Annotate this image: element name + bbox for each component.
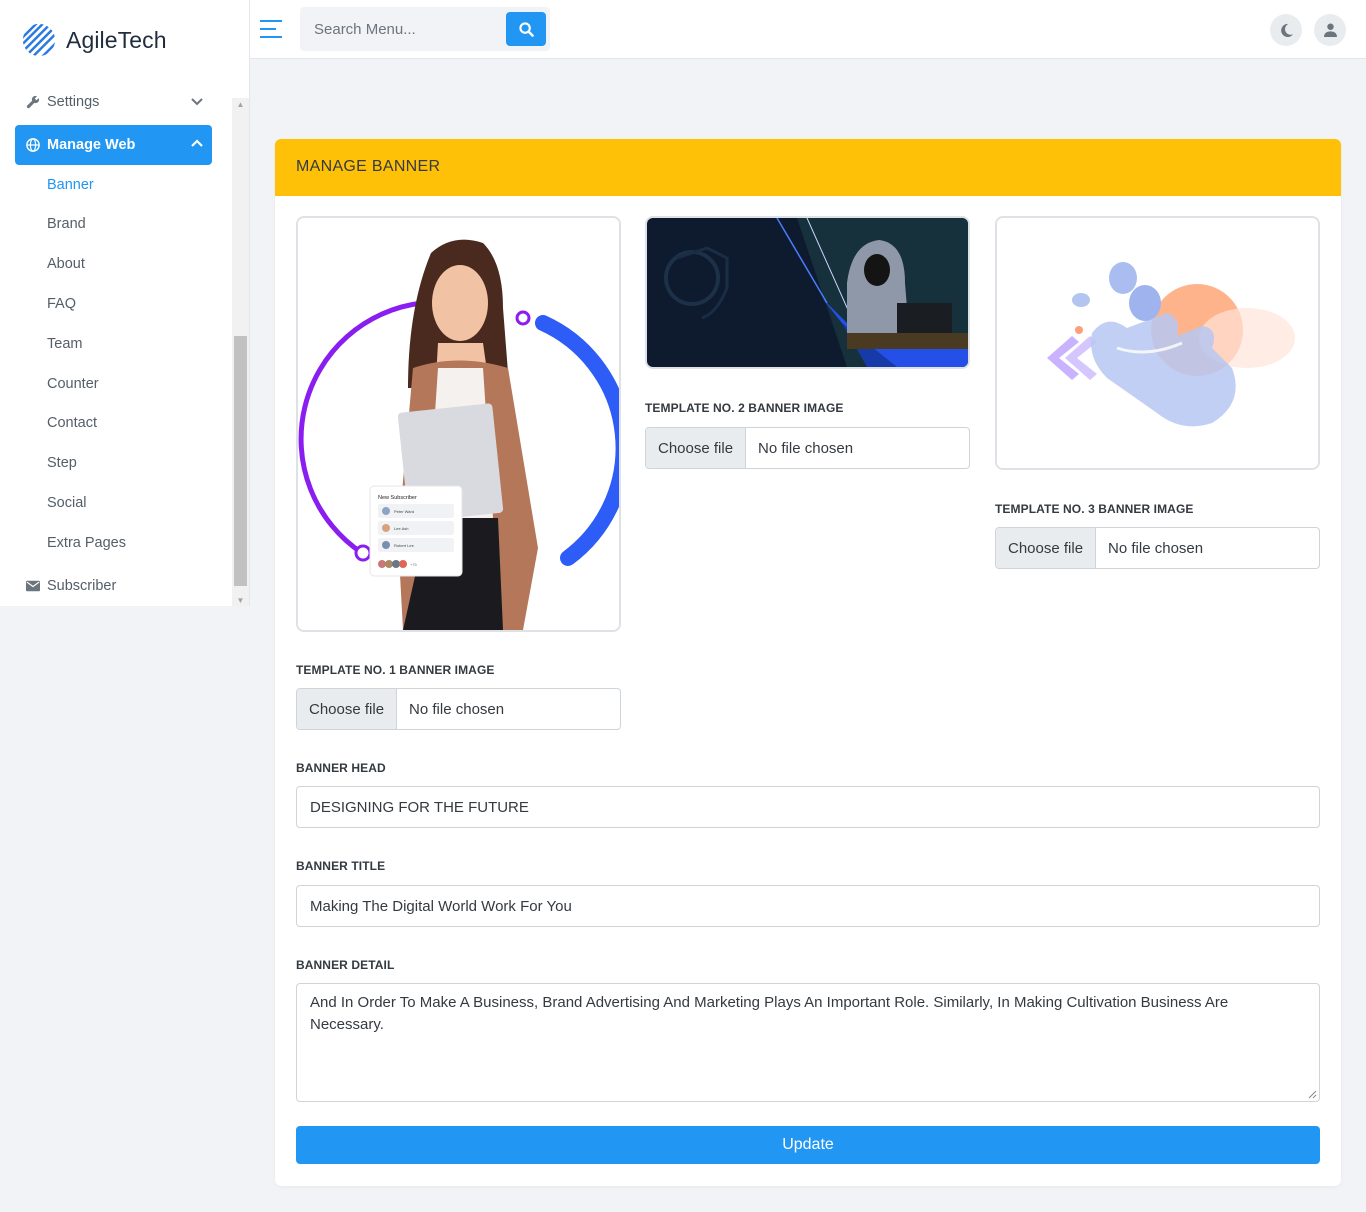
dark-mode-toggle[interactable] (1270, 14, 1302, 46)
user-icon (1323, 23, 1337, 37)
agiletech-logo-icon (22, 23, 56, 57)
chevron-down-icon (191, 98, 203, 106)
brand-logo[interactable]: AgileTech (20, 20, 167, 60)
card-title: MANAGE BANNER (296, 158, 441, 175)
resize-handle-icon[interactable] (1308, 1090, 1317, 1099)
template3-banner-preview (995, 216, 1320, 470)
template2-label: TEMPLATE NO. 2 BANNER IMAGE (645, 401, 844, 415)
user-profile-button[interactable] (1314, 14, 1346, 46)
template3-label: TEMPLATE NO. 3 BANNER IMAGE (995, 502, 1194, 516)
update-button[interactable]: Update (296, 1126, 1320, 1164)
subscriber-more-count: +75 (410, 562, 418, 567)
choose-file-button[interactable]: Choose file (297, 689, 398, 729)
banner-title-input[interactable]: Making The Digital World Work For You (296, 885, 1320, 927)
template1-banner-preview: New Subscriber Peter Ward Lee Ash Robert… (296, 216, 621, 632)
search-icon (518, 21, 534, 37)
globe-icon (25, 137, 41, 153)
subscriber-name: Robert Lee (394, 543, 415, 548)
file-status: No file chosen (1108, 539, 1204, 557)
scroll-down-arrow-icon[interactable]: ▼ (232, 594, 249, 606)
card-header: MANAGE BANNER (275, 139, 1341, 196)
moon-icon (1280, 23, 1293, 37)
banner-detail-text: And In Order To Make A Business, Brand A… (310, 994, 1229, 1033)
banner-head-input[interactable]: DESIGNING FOR THE FUTURE (296, 786, 1320, 828)
sidebar-subitem-extra-pages[interactable]: Extra Pages (47, 533, 126, 553)
sidebar-menu: Settings Manage Web Banner Brand About F… (0, 85, 232, 606)
sidebar-subitem-banner[interactable]: Banner (47, 175, 94, 195)
sidebar-item-manage-web[interactable]: Manage Web (15, 125, 212, 165)
hamburger-menu-icon[interactable] (260, 19, 282, 39)
sidebar-subitem-social[interactable]: Social (47, 493, 87, 513)
search-box (300, 7, 550, 51)
template2-banner-preview (645, 216, 970, 369)
banner-title-label: BANNER TITLE (296, 859, 386, 873)
wrench-icon (25, 94, 41, 110)
manage-banner-card: MANAGE BANNER New Subscriber Peter Ward (275, 139, 1341, 1186)
sidebar-subitem-contact[interactable]: Contact (47, 413, 97, 433)
choose-file-button[interactable]: Choose file (996, 528, 1097, 568)
sidebar-item-label: Settings (47, 94, 100, 110)
sidebar-item-settings[interactable]: Settings (15, 85, 212, 122)
scroll-up-arrow-icon[interactable]: ▲ (232, 98, 249, 110)
sidebar-scrollbar[interactable]: ▲ ▼ (232, 98, 249, 606)
banner-detail-label: BANNER DETAIL (296, 958, 395, 972)
sidebar-item-label: Subscriber (47, 578, 117, 594)
choose-file-button[interactable]: Choose file (646, 428, 747, 468)
template2-file-input[interactable]: Choose file No file chosen (645, 427, 970, 469)
file-status: No file chosen (409, 700, 505, 718)
sidebar-item-label: Manage Web (47, 137, 136, 153)
file-status: No file chosen (758, 439, 854, 457)
envelope-icon (25, 578, 41, 594)
banner-detail-textarea[interactable]: And In Order To Make A Business, Brand A… (296, 983, 1320, 1102)
search-button[interactable] (506, 12, 546, 46)
sidebar-subitem-faq[interactable]: FAQ (47, 294, 76, 314)
sidebar-subitem-counter[interactable]: Counter (47, 374, 99, 394)
top-bar (250, 0, 1366, 59)
subscriber-card-title: New Subscriber (378, 495, 417, 501)
template1-label: TEMPLATE NO. 1 BANNER IMAGE (296, 663, 495, 677)
subscriber-name: Peter Ward (394, 509, 414, 514)
woman-with-laptop-image: New Subscriber Peter Ward Lee Ash Robert… (298, 218, 619, 630)
hacker-banner-image (647, 218, 968, 367)
search-input[interactable] (300, 7, 505, 51)
sidebar-subitem-step[interactable]: Step (47, 453, 77, 473)
chevron-up-icon (191, 139, 203, 147)
brand-name: AgileTech (66, 26, 167, 53)
sidebar-subitem-about[interactable]: About (47, 254, 85, 274)
scroll-thumb[interactable] (234, 336, 247, 586)
sidebar-item-subscriber[interactable]: Subscriber (15, 566, 212, 606)
glass-hand-3d-image (997, 218, 1318, 468)
template3-file-input[interactable]: Choose file No file chosen (995, 527, 1320, 569)
banner-head-label: BANNER HEAD (296, 761, 386, 775)
sidebar-subitem-team[interactable]: Team (47, 334, 82, 354)
subscriber-name: Lee Ash (394, 526, 408, 531)
template1-file-input[interactable]: Choose file No file chosen (296, 688, 621, 730)
sidebar: AgileTech Settings Manage Web Banner Bra… (0, 0, 250, 606)
sidebar-subitem-brand[interactable]: Brand (47, 214, 86, 234)
